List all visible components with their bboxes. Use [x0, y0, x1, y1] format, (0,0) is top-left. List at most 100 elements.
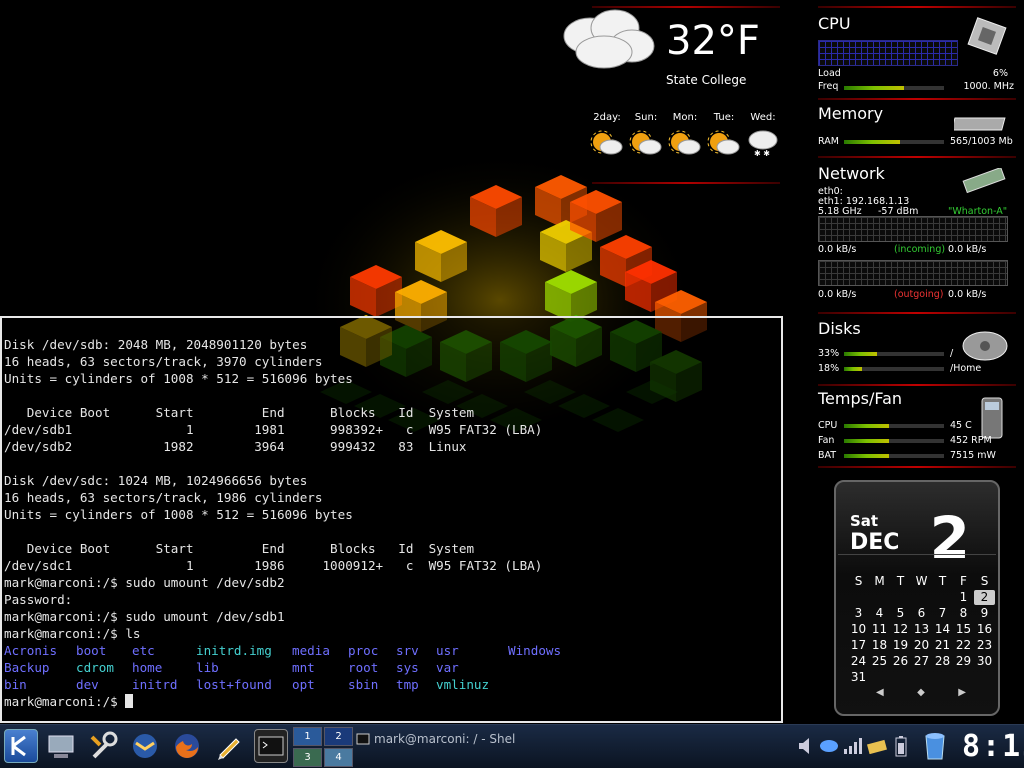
calendar-day[interactable]: 20	[911, 638, 932, 653]
ls-output-row: Backup cdrom home lib mnt root sys var	[4, 659, 779, 676]
cpu-load-label: Load	[818, 68, 841, 79]
kde-menu-icon[interactable]	[4, 729, 38, 763]
terminal-line: Disk /dev/sdc: 1024 MB, 1024966656 bytes	[4, 473, 308, 488]
calendar-day[interactable]: 28	[932, 654, 953, 669]
calendar-day[interactable]: 1	[953, 590, 974, 605]
calendar-day	[953, 670, 974, 685]
network-card-icon	[962, 168, 1006, 194]
calendar-day[interactable]: 30	[974, 654, 995, 669]
ls-entry: mnt	[292, 660, 315, 675]
battery-icon[interactable]	[890, 729, 912, 763]
system-settings-icon[interactable]	[44, 729, 78, 763]
calendar-day[interactable]: 17	[848, 638, 869, 653]
system-monitor: CPU Load 6% Freq 1000. MHz Memory RAM 56…	[810, 0, 1024, 480]
calendar-day[interactable]: 19	[890, 638, 911, 653]
ls-entry: opt	[292, 677, 315, 692]
calendar-weekday-header: S	[854, 574, 863, 588]
task-button-konsole[interactable]: mark@marconi: / - Shel	[356, 729, 546, 749]
calendar-day[interactable]: 27	[911, 654, 932, 669]
calendar-prev-button[interactable]: ◀	[876, 687, 884, 698]
calendar-widget: Sat DEC 2 S M T W T F S 1 2 3 4 5 6 7 8 9 10 11 12 13 14 15 16…	[834, 480, 1000, 716]
sun-cloud-icon	[707, 130, 740, 155]
terminal-line: Password:	[4, 592, 73, 607]
ls-entry: Acronis	[4, 643, 58, 658]
terminal-line: mark@marconi:/$ sudo umount /dev/sdb2	[4, 575, 285, 590]
calendar-day[interactable]: 31	[848, 670, 869, 685]
forecast-day: Mon:	[666, 112, 704, 158]
calendar-day[interactable]: 11	[869, 622, 890, 637]
ls-entry: root	[348, 660, 379, 675]
calendar-day[interactable]: 6	[911, 606, 932, 621]
calendar-day[interactable]: 5	[890, 606, 911, 621]
sun-cloud-icon	[668, 130, 701, 155]
ls-entry: vmlinuz	[436, 677, 490, 692]
calendar-day[interactable]: 14	[932, 622, 953, 637]
ls-entry: usr	[436, 643, 459, 658]
temp-bar	[844, 454, 944, 458]
forecast-day-label: Tue:	[713, 112, 735, 123]
calendar-day[interactable]: 12	[890, 622, 911, 637]
prompt-line[interactable]: mark@marconi:/$	[4, 693, 779, 710]
calendar-day[interactable]: 4	[869, 606, 890, 621]
hard-disk-icon	[962, 331, 1008, 361]
desktop-pager[interactable]: 1234	[293, 727, 353, 767]
calendar-day[interactable]: 22	[953, 638, 974, 653]
calendar-day[interactable]: 26	[890, 654, 911, 669]
calendar-day[interactable]: 9	[974, 606, 995, 621]
ls-entry: srv	[396, 643, 419, 658]
calendar-today-button[interactable]: ◆	[917, 687, 925, 698]
signal-icon[interactable]	[842, 729, 864, 763]
calendar-day[interactable]: 13	[911, 622, 932, 637]
calendar-day[interactable]: 16	[974, 622, 995, 637]
forecast-day-label: 2day:	[593, 112, 621, 123]
temp-bar	[844, 424, 944, 428]
pager-desktop[interactable]: 1	[293, 727, 322, 746]
calendar-day[interactable]: 18	[869, 638, 890, 653]
terminal-output[interactable]: Disk /dev/sdb: 2048 MB, 2048901120 bytes…	[4, 336, 779, 719]
calendar-day[interactable]: 29	[953, 654, 974, 669]
calendar-date: 2	[929, 504, 970, 572]
disk-usage-pct: 18%	[818, 363, 840, 374]
temp-value: 452 RPM	[950, 435, 992, 446]
ls-entry: proc	[348, 643, 379, 658]
konsole-terminal-window[interactable]: Disk /dev/sdb: 2048 MB, 2048901120 bytes…	[0, 316, 783, 723]
out-label: (outgoing)	[894, 289, 944, 300]
ram-bar	[844, 140, 944, 144]
calendar-next-button[interactable]: ▶	[958, 687, 966, 698]
firefox-icon[interactable]	[170, 729, 204, 763]
thunderbird-icon[interactable]	[128, 729, 162, 763]
forecast-day: 2day:	[588, 112, 626, 158]
calendar-day[interactable]: 3	[848, 606, 869, 621]
forecast-day-label: Wed:	[750, 112, 776, 123]
pager-desktop[interactable]: 2	[324, 727, 353, 746]
trash-icon[interactable]	[920, 729, 950, 763]
calendar-weekday-header: T	[938, 574, 947, 588]
terminal-icon[interactable]	[254, 729, 288, 763]
calendar-day[interactable]: 10	[848, 622, 869, 637]
terminal-small-icon	[356, 733, 370, 745]
calendar-day[interactable]: 23	[974, 638, 995, 653]
sun-cloud-icon	[590, 130, 623, 155]
in-speed-left: 0.0 kB/s	[818, 244, 857, 255]
calendar-day[interactable]: 25	[869, 654, 890, 669]
clipboard-icon[interactable]	[866, 729, 888, 763]
editor-icon[interactable]	[212, 729, 246, 763]
calendar-day[interactable]: 15	[953, 622, 974, 637]
network-icon[interactable]	[818, 729, 840, 763]
volume-icon[interactable]	[796, 729, 816, 763]
ram-module-icon	[954, 117, 1006, 131]
pager-desktop[interactable]: 3	[293, 748, 322, 767]
disk-usage-bar	[844, 367, 944, 371]
forecast-day: Sun:	[627, 112, 665, 158]
forecast-day: Wed: ✱ ✱	[744, 112, 782, 158]
cpu-freq-value: 1000. MHz	[963, 81, 1014, 92]
calendar-day[interactable]: 21	[932, 638, 953, 653]
temp-value: 45 C	[950, 420, 972, 431]
calendar-day[interactable]: 24	[848, 654, 869, 669]
calendar-day[interactable]: 7	[932, 606, 953, 621]
tools-icon[interactable]	[86, 729, 120, 763]
clock[interactable]: 8:13	[962, 729, 1024, 765]
calendar-day[interactable]: 2	[974, 590, 995, 605]
pager-desktop[interactable]: 4	[324, 748, 353, 767]
calendar-day[interactable]: 8	[953, 606, 974, 621]
